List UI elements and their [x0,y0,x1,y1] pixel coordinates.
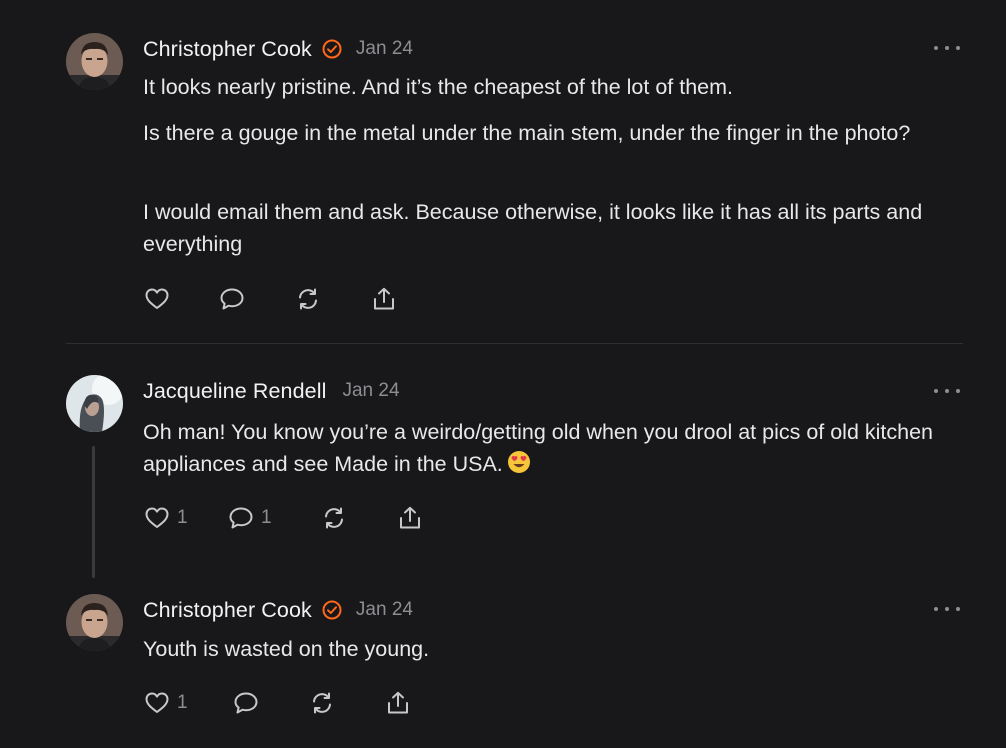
restack-icon [313,692,331,714]
comment-paragraph: Is there a gouge in the metal under the … [143,121,911,145]
avatar-photo [66,594,123,651]
comment-header: Christopher Cook Jan 24 [143,35,413,63]
comment-paragraph: I would email them and ask. Because othe… [143,200,923,256]
more-options-icon[interactable] [934,603,960,615]
restack-icon [299,288,317,310]
comment-paragraph: Youth is wasted on the young. [143,637,430,661]
comment-divider [66,343,963,344]
share-button[interactable] [396,503,424,533]
restack-button[interactable] [320,503,348,533]
comment-date[interactable]: Jan 24 [356,38,413,60]
like-button[interactable] [143,284,177,314]
author-name[interactable]: Christopher Cook [143,37,312,62]
avatar[interactable] [66,33,123,90]
thread-line [92,446,95,578]
like-count: 1 [177,692,188,713]
reply-button[interactable] [232,688,266,718]
comment-header: Christopher Cook Jan 24 [143,596,413,624]
reply-button[interactable]: 1 [227,503,272,533]
avatar[interactable] [66,375,123,432]
share-icon [374,287,394,310]
share-icon [400,506,420,529]
comment-paragraph: It looks nearly pristine. And it’s the c… [143,75,733,99]
heart-eyes-emoji-icon [507,450,531,474]
more-options-icon[interactable] [934,42,960,54]
like-button[interactable]: 1 [143,688,188,718]
heart-icon [145,288,169,309]
reply-count: 1 [261,507,272,528]
heart-icon [145,507,169,528]
share-icon [388,691,408,714]
restack-button[interactable] [294,284,322,314]
author-name[interactable]: Jacqueline Rendell [143,379,326,404]
verified-badge-icon [321,38,343,60]
share-button[interactable] [384,688,412,718]
comment-bubble-icon [234,692,258,714]
heart-icon [145,692,169,713]
restack-button[interactable] [308,688,336,718]
avatar[interactable] [66,594,123,651]
avatar-photo [66,375,123,432]
more-options-icon[interactable] [934,385,960,397]
comment-header: Jacqueline Rendell Jan 24 [143,377,400,405]
comment-date[interactable]: Jan 24 [342,380,399,402]
comment-bubble-icon [229,507,253,529]
restack-icon [325,507,343,529]
comment-bubble-icon [220,288,244,310]
reply-button[interactable] [218,284,252,314]
share-button[interactable] [370,284,398,314]
comment-date[interactable]: Jan 24 [356,599,413,621]
like-button[interactable]: 1 [143,503,188,533]
comment-paragraph: Oh man! You know you’re a weirdo/getting… [143,416,973,480]
like-count: 1 [177,507,188,528]
author-name[interactable]: Christopher Cook [143,598,312,623]
verified-badge-icon [321,599,343,621]
avatar-photo [66,33,123,90]
comment-text: Oh man! You know you’re a weirdo/getting… [143,420,934,476]
